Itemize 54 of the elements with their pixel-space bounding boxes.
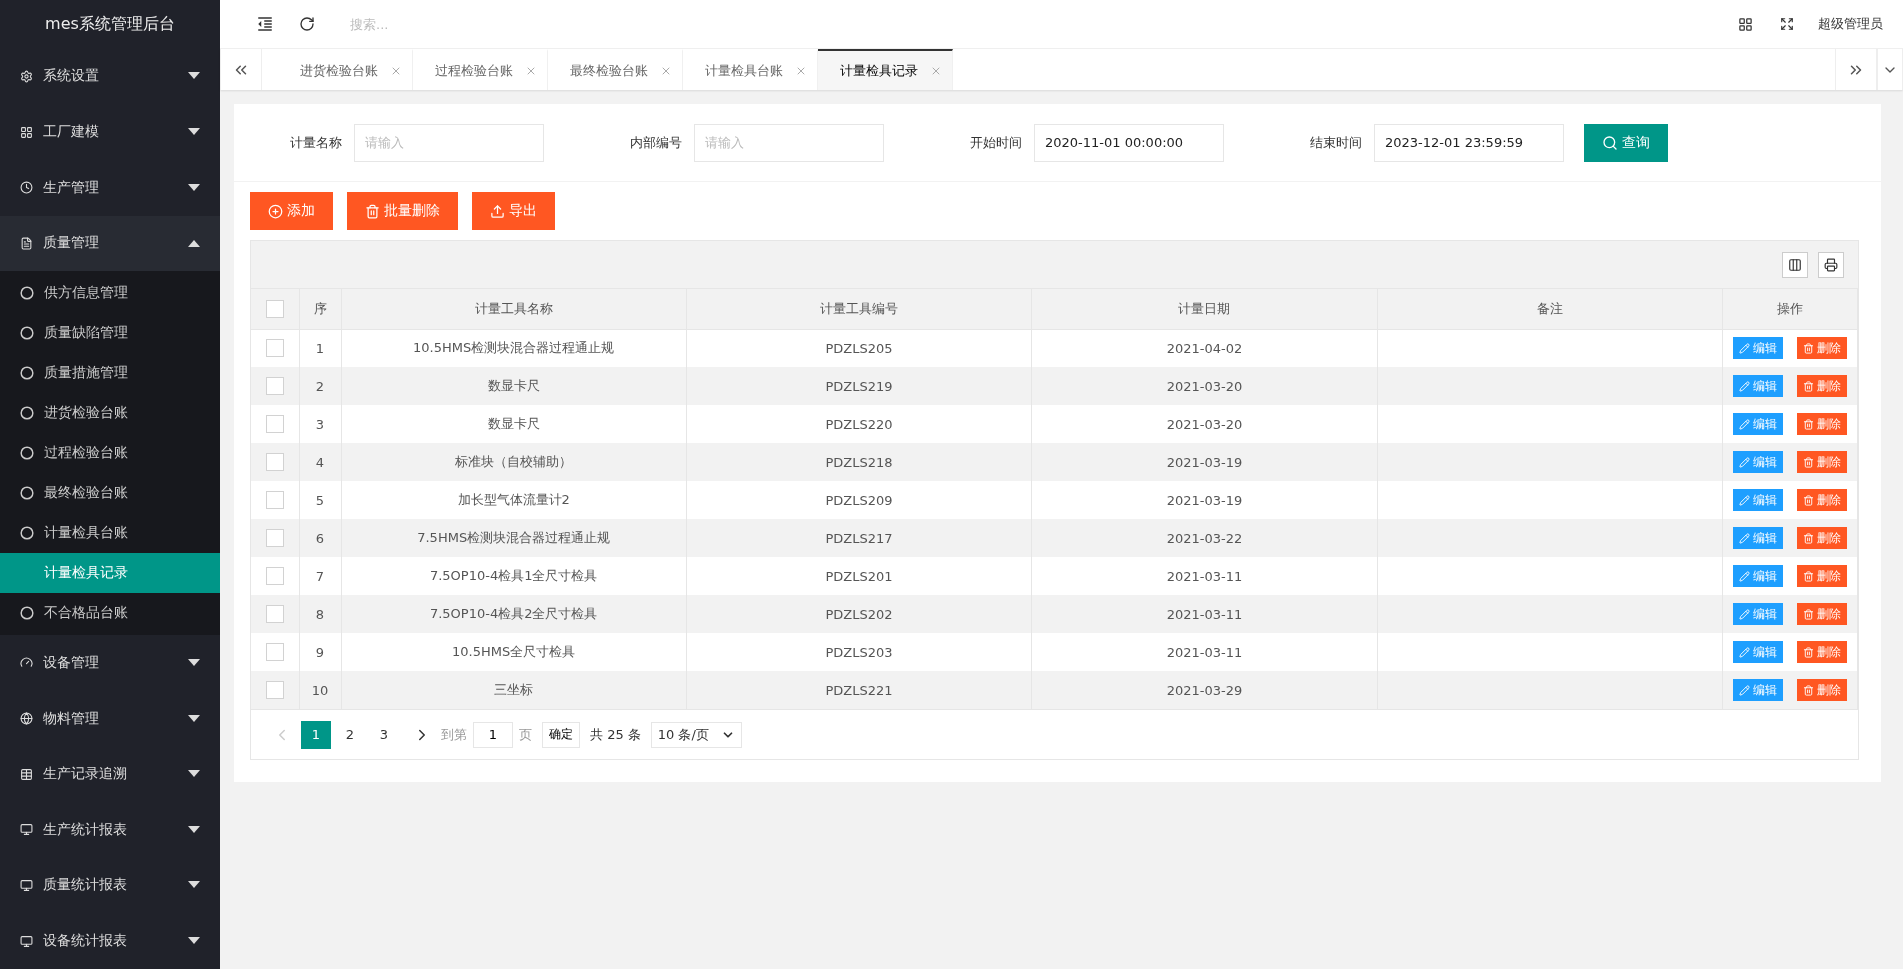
- total-count: 共 25 条: [590, 725, 641, 744]
- page-tab[interactable]: 进货检验台账: [278, 49, 413, 90]
- sidebar-menu-group[interactable]: 设备统计报表: [0, 913, 220, 969]
- sidebar-item[interactable]: 计量检具记录: [0, 553, 220, 594]
- sidebar-menu-group[interactable]: 系统设置: [0, 48, 220, 105]
- page-number[interactable]: 1: [301, 720, 331, 749]
- page-size-select[interactable]: 10 条/页: [650, 721, 742, 748]
- page-number[interactable]: 3: [369, 720, 399, 749]
- page-tab[interactable]: 计量检具记录: [818, 49, 953, 90]
- column-header: 备注: [1377, 289, 1723, 329]
- table-cell: PDZLS221: [686, 671, 1032, 709]
- table-cell: 三坐标: [341, 671, 687, 709]
- goto-label: 到第: [441, 725, 467, 744]
- user-name[interactable]: 超级管理员: [1818, 15, 1883, 33]
- filter-field[interactable]: 请输入: [694, 123, 884, 162]
- sidebar-item[interactable]: 过程检验台账: [0, 433, 220, 474]
- sidebar-menu-group[interactable]: 质量统计报表: [0, 857, 220, 914]
- app-title: mes系统管理后台: [44, 12, 176, 35]
- filter-field[interactable]: 2023-12-01 23:59:59: [1374, 123, 1564, 162]
- page-tab[interactable]: 过程检验台账: [413, 49, 548, 90]
- sidebar-item[interactable]: 供方信息管理: [0, 273, 220, 314]
- sidebar-menu-group[interactable]: 物料管理: [0, 690, 220, 747]
- page-tab[interactable]: 最终检验台账: [548, 49, 683, 90]
- sidebar-menu-group[interactable]: 生产统计报表: [0, 802, 220, 858]
- table-cell: 10: [299, 671, 341, 709]
- query-button[interactable]: 查询: [1584, 123, 1668, 162]
- column-header: 操作: [1722, 289, 1858, 329]
- column-header: 计量工具编号: [686, 289, 1032, 329]
- filter-label: 开始时间: [970, 133, 1022, 152]
- sidebar-item[interactable]: 不合格品台账: [0, 593, 220, 634]
- column-header: 序: [299, 289, 341, 329]
- sidebar-item[interactable]: 质量缺陷管理: [0, 313, 220, 354]
- sidebar-item[interactable]: 最终检验台账: [0, 473, 220, 514]
- sidebar-item[interactable]: 进货检验台账: [0, 393, 220, 434]
- page-number[interactable]: 2: [335, 720, 365, 749]
- filter-field[interactable]: 2020-11-01 00:00:00: [1034, 123, 1224, 162]
- filter-label: 内部编号: [630, 133, 682, 152]
- sidebar-item[interactable]: 质量措施管理: [0, 353, 220, 394]
- page-tab[interactable]: 计量检具台账: [683, 49, 818, 90]
- sidebar-menu-group[interactable]: 质量管理: [0, 215, 220, 272]
- sidebar-item[interactable]: 计量检具台账: [0, 513, 220, 554]
- sidebar-menu-group[interactable]: 生产管理: [0, 159, 220, 216]
- table-cell: 2021-03-29: [1031, 671, 1378, 709]
- confirm-button[interactable]: 确定: [542, 721, 580, 748]
- column-header: 计量日期: [1031, 289, 1378, 329]
- column-header: 计量工具名称: [341, 289, 687, 329]
- filter-label: 计量名称: [290, 133, 342, 152]
- page-input[interactable]: 1: [473, 721, 513, 748]
- sidebar-menu-group[interactable]: 设备管理: [0, 635, 220, 691]
- filter-label: 结束时间: [1310, 133, 1362, 152]
- sidebar-menu-group[interactable]: 生产记录追溯: [0, 746, 220, 803]
- sidebar-menu-group[interactable]: 工厂建模: [0, 104, 220, 160]
- page-unit: 页: [519, 725, 532, 744]
- filter-field[interactable]: 请输入: [354, 123, 544, 162]
